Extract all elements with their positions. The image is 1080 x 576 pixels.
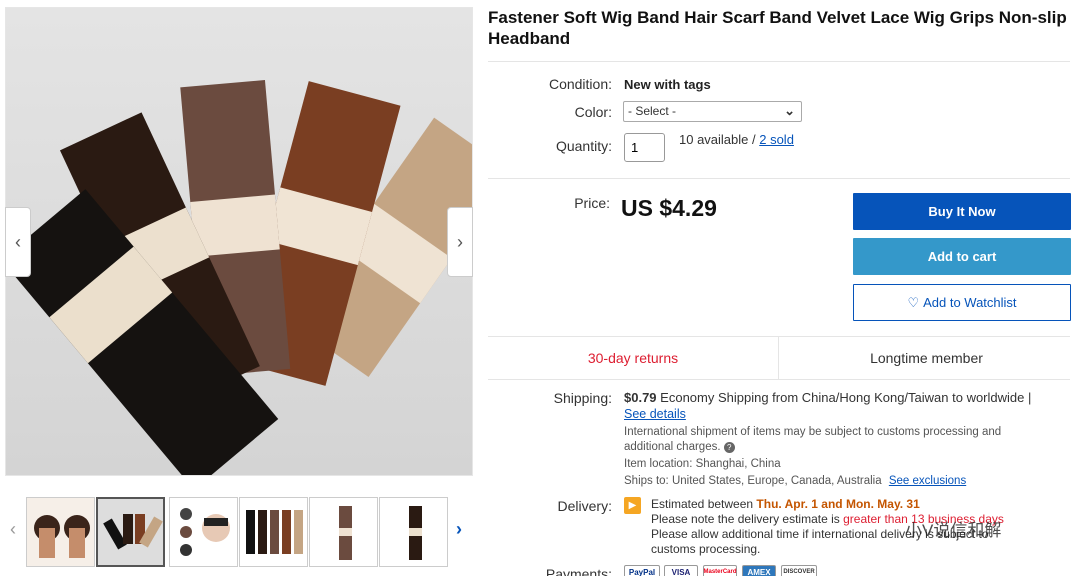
thumbnail-6[interactable] [379, 497, 448, 567]
watermark: 小V说信和解 [905, 521, 1002, 540]
thumbnail-2[interactable] [96, 497, 165, 567]
thumb-prev-icon[interactable]: ‹ [10, 519, 16, 540]
condition-label: Condition: [548, 76, 612, 92]
condition-value: New with tags [624, 77, 711, 92]
quantity-label: Quantity: [555, 138, 612, 154]
heart-icon: ♡ [907, 294, 920, 310]
visa-icon: VISA [664, 565, 698, 576]
price-value: US $4.29 [621, 195, 717, 221]
thumbnail-strip: ‹ › [5, 497, 475, 571]
returns-badge[interactable]: 30-day returns [488, 337, 778, 379]
intl-note-text: International shipment of items may be s… [624, 426, 1002, 453]
payments-label: Payments: [545, 566, 612, 576]
delivery-prefix: Estimated between [651, 497, 757, 511]
item-location: Item location: Shanghai, China [624, 458, 781, 470]
delivery-note-line4: customs processing. [651, 542, 761, 556]
ships-to-text: Ships to: United States, Europe, Canada,… [624, 475, 882, 487]
quantity-input[interactable] [624, 133, 665, 162]
see-exclusions-link[interactable]: See exclusions [889, 475, 966, 487]
buy-it-now-button[interactable]: Buy It Now [853, 193, 1071, 230]
discover-icon: DISCOVER [781, 565, 817, 576]
main-product-image[interactable] [5, 7, 473, 476]
chevron-down-icon: ⌄ [784, 103, 795, 118]
flag-icon: ▶ [624, 497, 641, 514]
shipping-label: Shipping: [553, 390, 612, 406]
prev-image-button[interactable]: ‹ [5, 207, 31, 277]
thumb-next-icon[interactable]: › [456, 519, 462, 540]
divider [488, 379, 1070, 380]
color-select[interactable]: - Select - ⌄ [623, 101, 802, 122]
amex-icon: AMEX [742, 565, 776, 576]
delivery-label: Delivery: [557, 498, 612, 514]
divider [488, 61, 1070, 62]
product-title: Fastener Soft Wig Band Hair Scarf Band V… [488, 8, 1067, 48]
thumbnail-1[interactable] [26, 497, 95, 567]
shipping-cost: $0.79 [624, 390, 657, 405]
ships-to: Ships to: United States, Europe, Canada,… [624, 475, 966, 487]
price-label: Price: [574, 195, 610, 211]
available-text: 10 available / [679, 132, 760, 147]
info-icon[interactable]: ? [723, 442, 735, 453]
see-details-link[interactable]: See details [624, 407, 686, 421]
chevron-left-icon: ‹ [15, 231, 21, 252]
watchlist-label: Add to Watchlist [923, 295, 1017, 310]
paypal-icon: PayPal [624, 565, 660, 576]
sold-link[interactable]: 2 sold [759, 132, 794, 147]
product-photo [6, 79, 472, 475]
mastercard-icon: MasterCard [703, 565, 737, 576]
delivery-info: Estimated between Thu. Apr. 1 and Mon. M… [651, 497, 1071, 557]
delivery-note-prefix: Please note the delivery estimate is [651, 512, 844, 526]
shipping-desc: Economy Shipping from China/Hong Kong/Ta… [660, 390, 1032, 405]
thumbnail-5[interactable] [309, 497, 378, 567]
shipping-summary: $0.79 Economy Shipping from China/Hong K… [624, 390, 1074, 422]
thumbnail-3[interactable] [169, 497, 238, 567]
add-to-cart-button[interactable]: Add to cart [853, 238, 1071, 275]
quantity-availability: 10 available / 2 sold [679, 132, 794, 147]
delivery-dates: Thu. Apr. 1 and Mon. May. 31 [756, 497, 920, 511]
member-badge: Longtime member [870, 350, 983, 366]
intl-note: International shipment of items may be s… [624, 425, 1044, 455]
next-image-button[interactable]: › [447, 207, 473, 277]
divider [488, 178, 1070, 179]
add-to-watchlist-button[interactable]: ♡ Add to Watchlist [853, 284, 1071, 321]
color-label: Color: [574, 104, 612, 120]
chevron-right-icon: › [457, 231, 463, 252]
thumbnail-4[interactable] [239, 497, 308, 567]
color-select-value: - Select - [628, 104, 677, 118]
